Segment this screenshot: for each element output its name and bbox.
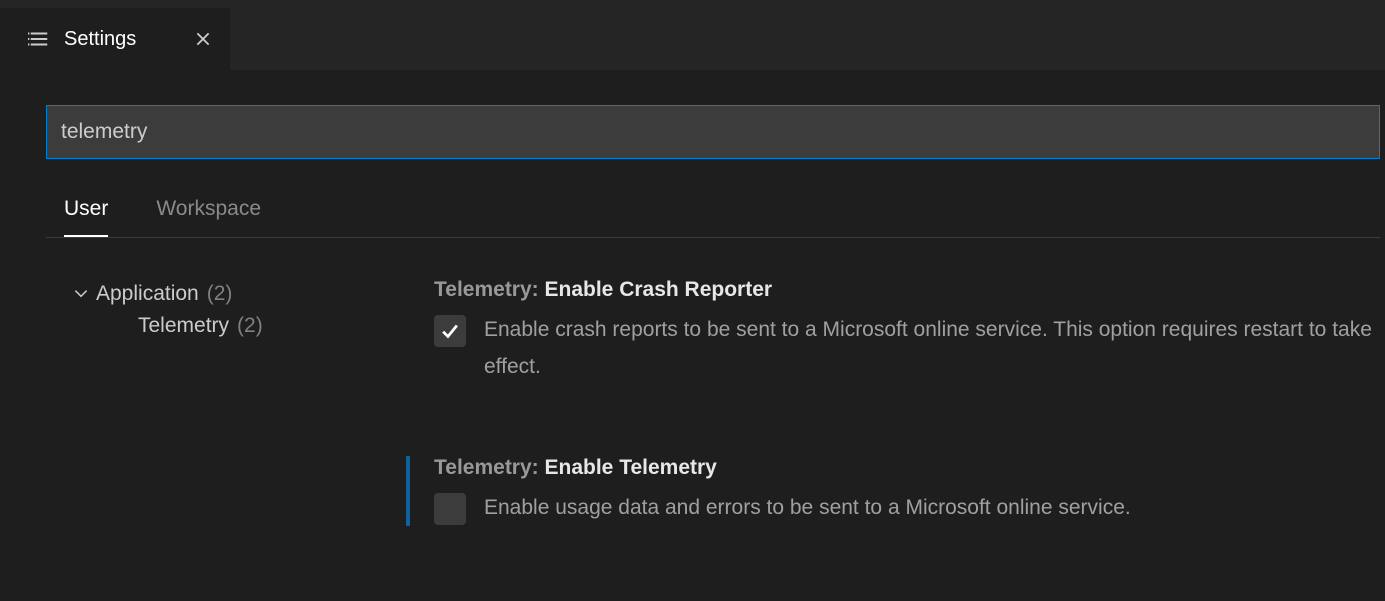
scope-tab-user[interactable]: User [64, 197, 108, 237]
setting-name: Enable Crash Reporter [545, 278, 773, 301]
settings-list: Telemetry: Enable Crash Reporter Enable … [406, 278, 1385, 596]
setting-title: Telemetry: Enable Telemetry [434, 456, 1385, 480]
setting-enable-telemetry: Telemetry: Enable Telemetry Enable usage… [406, 456, 1385, 527]
checkbox-enable-crash-reporter[interactable] [434, 315, 466, 347]
toc-label: Telemetry [138, 314, 229, 338]
editor-tab-bar: Settings [0, 8, 1385, 70]
window-top-bar [0, 0, 1385, 8]
tab-title: Settings [64, 28, 156, 51]
chevron-down-icon [72, 285, 90, 303]
setting-body: Enable crash reports to be sent to a Mic… [434, 312, 1385, 386]
toc-item-application[interactable]: Application (2) [46, 278, 406, 310]
toc-count: (2) [207, 282, 233, 306]
settings-tab[interactable]: Settings [0, 8, 230, 70]
settings-content: User Workspace Application (2) Telemetry… [0, 70, 1385, 596]
close-icon[interactable] [190, 26, 216, 52]
checkbox-enable-telemetry[interactable] [434, 493, 466, 525]
setting-title: Telemetry: Enable Crash Reporter [434, 278, 1385, 302]
settings-search-input[interactable] [46, 105, 1380, 159]
setting-category: Telemetry: [434, 278, 545, 301]
settings-toc: Application (2) Telemetry (2) [46, 278, 406, 596]
scope-tab-workspace[interactable]: Workspace [156, 197, 261, 237]
setting-enable-crash-reporter: Telemetry: Enable Crash Reporter Enable … [406, 278, 1385, 386]
scope-tabs: User Workspace [46, 197, 1380, 238]
setting-description: Enable usage data and errors to be sent … [484, 490, 1131, 527]
toc-item-telemetry[interactable]: Telemetry (2) [46, 310, 406, 342]
setting-name: Enable Telemetry [545, 456, 717, 479]
setting-category: Telemetry: [434, 456, 545, 479]
settings-main-layout: Application (2) Telemetry (2) Telemetry:… [46, 278, 1385, 596]
setting-description: Enable crash reports to be sent to a Mic… [484, 312, 1385, 386]
toc-count: (2) [237, 314, 263, 338]
setting-body: Enable usage data and errors to be sent … [434, 490, 1385, 527]
settings-preview-icon [28, 28, 50, 50]
toc-label: Application [96, 282, 199, 306]
